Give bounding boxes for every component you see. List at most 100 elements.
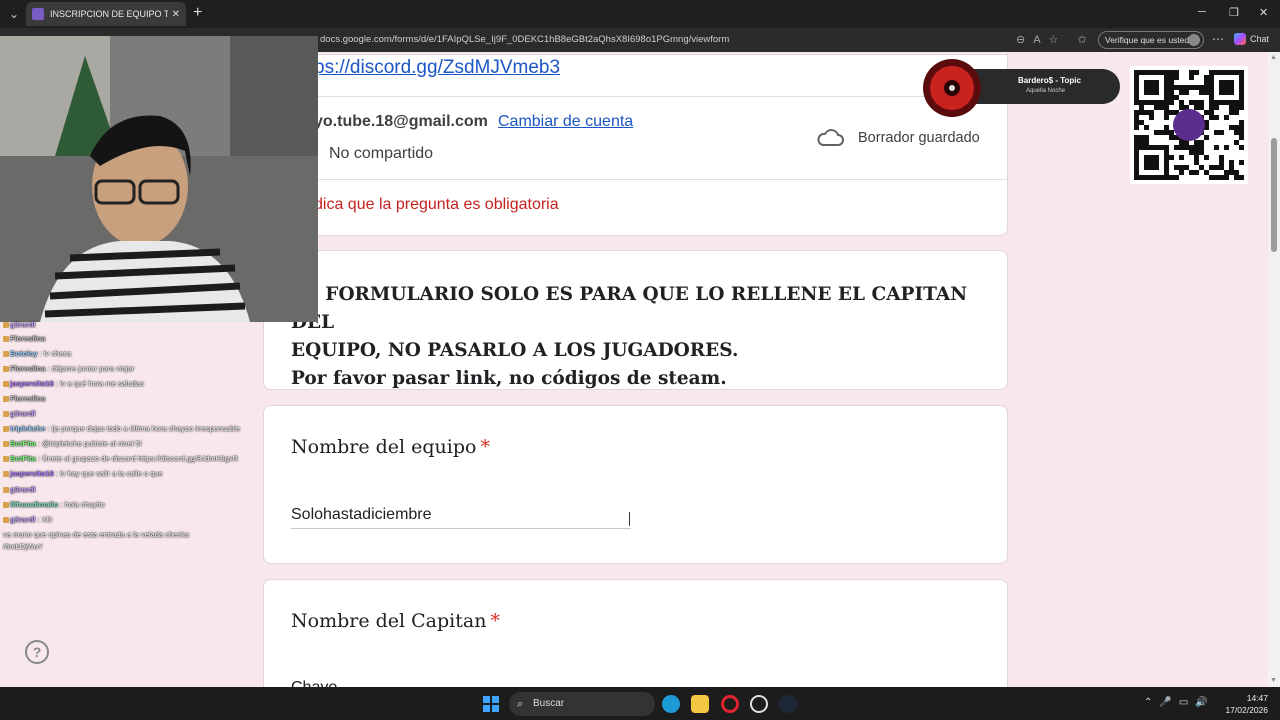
edge-icon[interactable] bbox=[662, 695, 680, 713]
chat-text: : lv hay que salir a la calle o que bbox=[53, 469, 163, 478]
scroll-down-icon[interactable]: ▼ bbox=[1270, 677, 1277, 684]
chat-username: Floreslina bbox=[10, 364, 46, 373]
help-button[interactable]: ? bbox=[25, 640, 49, 664]
chat-label: Chat bbox=[1250, 34, 1270, 44]
qr-code-icon bbox=[1134, 70, 1244, 180]
windows-taskbar: ⌕ Buscar ⌃🎤▭🔊 14:47 17/02/2026 bbox=[0, 687, 1280, 720]
tab-title: INSCRIPCION DE EQUIPO TORNEO bbox=[50, 9, 168, 19]
chat-text: : @triplekche pubiste al nivel 5! bbox=[35, 439, 142, 448]
chat-badge-icon bbox=[3, 471, 9, 478]
copilot-icon bbox=[1234, 33, 1246, 45]
tab-close-icon[interactable]: ✕ bbox=[172, 9, 180, 20]
chat-message: Floreslina : déjame juntar para viajar bbox=[3, 364, 134, 373]
chat-message: g3rardl bbox=[3, 320, 35, 329]
chat-username: g3rardl bbox=[10, 320, 36, 329]
now-playing-title: Bardero$ - Topic bbox=[1018, 76, 1081, 85]
chat-badge-icon bbox=[3, 456, 9, 463]
notice-line: EQUIPO, NO PASARLO A LOS JUGADORES. bbox=[291, 340, 739, 361]
obs-icon[interactable] bbox=[750, 695, 768, 713]
chat-badge-icon bbox=[3, 381, 9, 388]
chat-message: va mano que opinas de esta entrada a la … bbox=[3, 530, 189, 539]
tab-actions-chevron-icon[interactable]: ⌄ bbox=[4, 4, 24, 24]
chat-text: : Únete al grupazo de discord https://di… bbox=[35, 454, 239, 463]
avatar bbox=[1188, 34, 1200, 46]
file-explorer-icon[interactable] bbox=[691, 695, 709, 713]
system-tray-icons[interactable]: ⌃🎤▭🔊 bbox=[1144, 697, 1215, 708]
chat-message: Botolsy : lv checa bbox=[3, 349, 71, 358]
chat-username: jaspercito16 bbox=[10, 379, 54, 388]
profile-verify-button[interactable]: Verifique que es usted bbox=[1098, 31, 1204, 49]
chat-text: /6mbDjWuY bbox=[3, 542, 43, 551]
question-title-text: Nombre del Capitan bbox=[291, 610, 487, 632]
yape-qr-code bbox=[1130, 66, 1248, 184]
chat-badge-icon bbox=[3, 426, 9, 433]
chat-text: : lv checa bbox=[37, 349, 72, 358]
text-cursor-icon bbox=[629, 512, 633, 526]
close-window-icon[interactable]: ✕ bbox=[1259, 6, 1268, 19]
chat-message: g3rardl bbox=[3, 409, 35, 418]
now-playing-subtitle: Aquella Noche bbox=[1026, 88, 1066, 94]
taskbar-clock[interactable]: 14:47 17/02/2026 bbox=[1224, 692, 1268, 716]
chat-text: : hola chayito bbox=[58, 500, 105, 509]
notice-card: TE FORMULARIO SOLO ES PARA QUE LO RELLEN… bbox=[263, 250, 1008, 390]
steam-icon[interactable] bbox=[779, 695, 797, 713]
page-scrollbar[interactable]: ▲ ▼ bbox=[1268, 52, 1280, 686]
chat-badge-icon bbox=[3, 396, 9, 403]
chat-badge-icon bbox=[3, 411, 9, 418]
restore-icon[interactable]: ❐ bbox=[1229, 6, 1239, 19]
chat-text: : lv a qué hora me saludas bbox=[53, 379, 144, 388]
tab-active[interactable]: INSCRIPCION DE EQUIPO TORNEO ✕ bbox=[26, 2, 186, 26]
chat-message: g3rardl bbox=[3, 485, 35, 494]
chat-text: va mano que opinas de esta entrada a la … bbox=[3, 530, 189, 539]
url-field[interactable]: docs.google.com/forms/d/e/1FAIpQLSe_Ij9F… bbox=[320, 34, 729, 45]
webcam-image bbox=[0, 36, 318, 322]
chat-username: Floreslina bbox=[10, 334, 46, 343]
scroll-thumb[interactable] bbox=[1271, 138, 1277, 252]
copilot-chat-button[interactable]: Chat bbox=[1234, 33, 1269, 45]
search-icon: ⌕ bbox=[517, 698, 524, 710]
chat-message: BotFita : @triplekche pubiste al nivel 5… bbox=[3, 439, 142, 448]
required-asterisk: * bbox=[480, 436, 490, 458]
team-name-input[interactable] bbox=[291, 501, 631, 529]
chat-username: g3rardl bbox=[10, 515, 36, 524]
switch-account-link[interactable]: Cambiar de cuenta bbox=[498, 113, 633, 131]
clock-date: 17/02/2026 bbox=[1225, 705, 1268, 715]
notice-line: Por favor pasar link, no códigos de stea… bbox=[291, 368, 727, 389]
opera-icon[interactable] bbox=[721, 695, 739, 713]
chat-username: lilfuaudimalio bbox=[10, 500, 59, 509]
taskbar-search-label: Buscar bbox=[533, 698, 565, 709]
windows-start-icon[interactable] bbox=[483, 696, 499, 712]
chat-username: BotFita bbox=[10, 454, 36, 463]
chat-username: Floreslina bbox=[10, 394, 46, 403]
browser-tab-bar: ⌄ INSCRIPCION DE EQUIPO TORNEO ✕ + ─ ❐ ✕ bbox=[0, 0, 1280, 28]
question-title-text: Nombre del equipo bbox=[291, 436, 477, 458]
question-title: Nombre del equipo * bbox=[291, 436, 490, 458]
album-art-icon bbox=[923, 59, 981, 117]
draft-status: Borrador guardado bbox=[816, 129, 980, 147]
draft-status-label: Borrador guardado bbox=[858, 130, 980, 146]
chat-message: jaspercito16 : lv a qué hora me saludas bbox=[3, 379, 144, 388]
chat-username: g3rardl bbox=[10, 409, 36, 418]
minimize-icon[interactable]: ─ bbox=[1198, 6, 1206, 18]
now-playing-widget: Bardero$ - Topic Aquella Noche bbox=[916, 56, 1120, 117]
chat-message: g3rardl : XD bbox=[3, 515, 52, 524]
form-header-card: ps://discord.gg/ZsdMJVmeb3 yo.tube.18@gm… bbox=[263, 54, 1009, 236]
chat-badge-icon bbox=[3, 487, 9, 494]
chat-message: Floreslina bbox=[3, 394, 45, 403]
taskbar-search[interactable]: ⌕ Buscar bbox=[509, 692, 655, 716]
question-card-team-name: Nombre del equipo * bbox=[263, 405, 1008, 564]
chat-badge-icon bbox=[3, 517, 9, 524]
webcam-overlay bbox=[0, 36, 318, 322]
discord-link[interactable]: ps://discord.gg/ZsdMJVmeb3 bbox=[314, 57, 560, 79]
chat-badge-icon bbox=[3, 351, 9, 358]
question-title: Nombre del Capitan * bbox=[291, 610, 500, 632]
more-options-icon[interactable]: ⋯ bbox=[1212, 32, 1224, 46]
address-bar-icons[interactable]: ⊖A☆ ✩ bbox=[1016, 33, 1095, 46]
divider bbox=[264, 179, 1009, 180]
chat-badge-icon bbox=[3, 366, 9, 373]
chat-username: BotFita bbox=[10, 439, 36, 448]
scroll-up-icon[interactable]: ▲ bbox=[1270, 54, 1277, 61]
new-tab-button[interactable]: + bbox=[193, 4, 202, 22]
chat-username: g3rardl bbox=[10, 485, 36, 494]
verify-label: Verifique que es usted bbox=[1105, 35, 1190, 45]
